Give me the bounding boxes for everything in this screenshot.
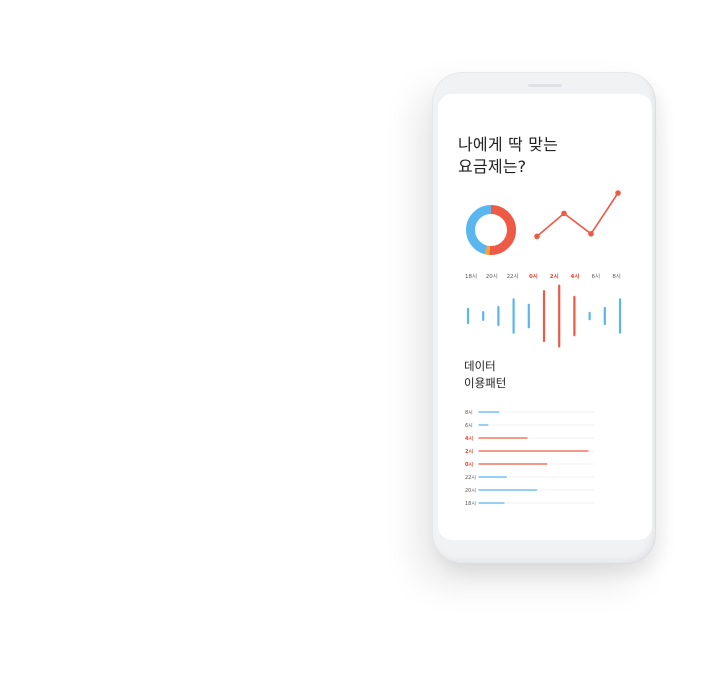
time-label: 18시 — [465, 274, 477, 280]
time-label: 6시 — [592, 274, 601, 280]
phone-screen: 나에게 딱 맞는 요금제는? 18시 20시 22시 0시 2시 4시 6시 8시 8시 6시 4… — [438, 94, 652, 540]
time-label: 2시 — [550, 273, 559, 280]
phone-speaker — [528, 84, 562, 87]
usage-row-label: 6시 — [465, 423, 473, 429]
trend-point-0 — [534, 233, 540, 240]
trend-line — [536, 192, 619, 237]
usage-infographic: 18시 20시 22시 0시 2시 4시 6시 8시 8시 6시 4시 2시 0시 22시 20시 18시 — [465, 190, 622, 507]
time-label: 20시 — [486, 274, 498, 280]
usage-wave-bars — [466, 284, 622, 348]
usage-row-label: 22시 — [465, 475, 476, 481]
trend-line-chart — [534, 190, 621, 240]
section-title-data-usage: 데이터 이용패턴 — [464, 359, 507, 390]
usage-row-label: 4시 — [465, 436, 473, 442]
time-label: 8시 — [612, 274, 621, 280]
usage-row-label: 2시 — [465, 449, 473, 455]
time-axis-labels: 18시 20시 22시 0시 2시 4시 6시 8시 — [465, 273, 621, 280]
trend-point-2 — [588, 231, 594, 237]
usage-row-label: 20시 — [465, 488, 476, 494]
trend-point-3 — [615, 190, 621, 196]
usage-row-label: 8시 — [465, 410, 473, 416]
usage-row-label: 18시 — [465, 501, 476, 507]
time-label: 22시 — [507, 274, 519, 280]
usage-row-label: 0시 — [465, 462, 473, 468]
time-label: 4시 — [571, 273, 580, 280]
donut-chart — [466, 205, 516, 255]
usage-bar-list: 8시 6시 4시 2시 0시 22시 20시 18시 — [465, 410, 594, 507]
trend-point-1 — [561, 210, 567, 217]
time-label: 0시 — [529, 273, 538, 280]
